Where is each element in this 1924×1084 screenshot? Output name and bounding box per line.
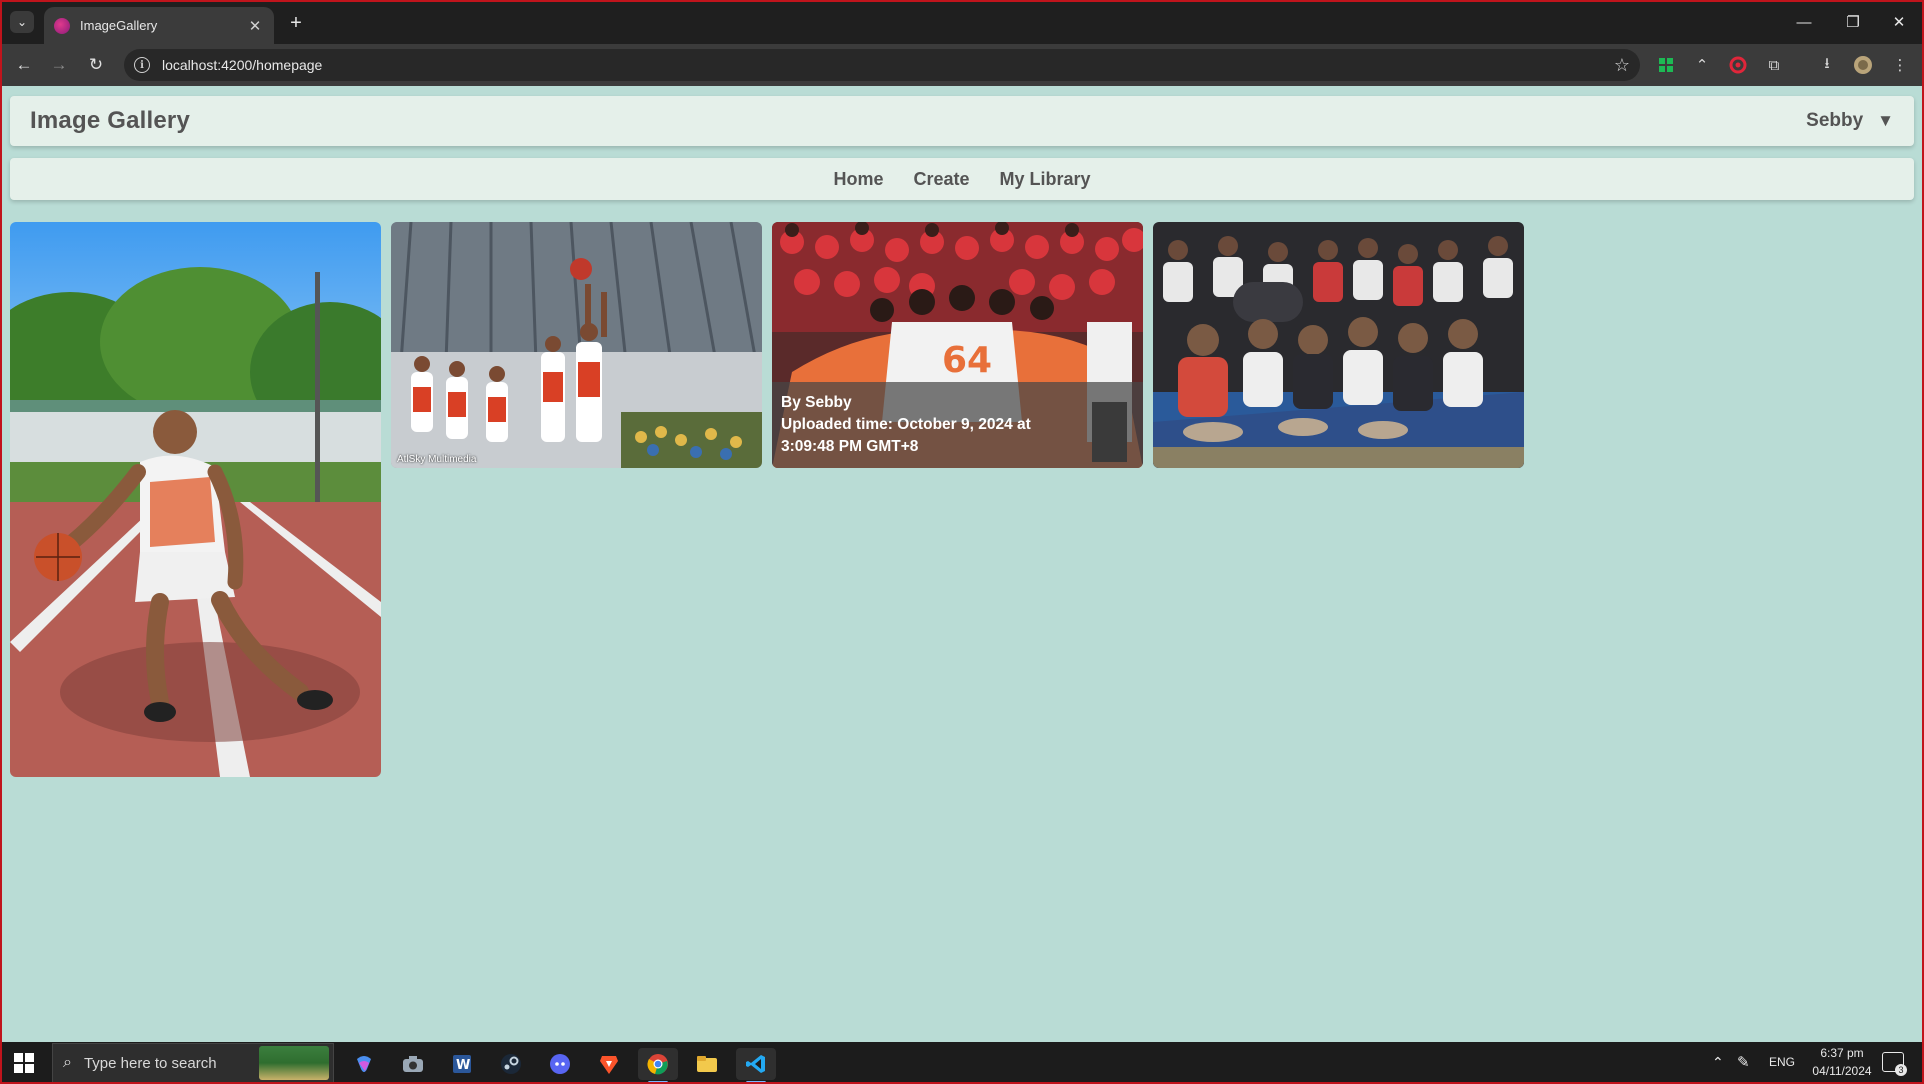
- search-highlight-art: [259, 1046, 329, 1080]
- close-window-button[interactable]: ✕: [1879, 8, 1919, 36]
- url-text[interactable]: localhost:4200/homepage: [162, 57, 1614, 73]
- reload-icon[interactable]: ↻: [82, 51, 110, 79]
- svg-text:64: 64: [942, 340, 992, 381]
- crowd-seated-photo: [1153, 222, 1524, 468]
- clock-date[interactable]: 04/11/2024: [1802, 1064, 1882, 1078]
- gallery-card-hovered[interactable]: 64 By Sebby Uploaded time: October 9, 20…: [772, 222, 1143, 468]
- angular-favicon-icon: [54, 17, 70, 34]
- tab-title: ImageGallery: [80, 18, 158, 33]
- page: Image Gallery Sebby ▼ Home Create My Lib…: [2, 86, 1922, 1042]
- profile-avatar-icon[interactable]: [1851, 53, 1875, 77]
- image-info-overlay: By Sebby Uploaded time: October 9, 2024 …: [772, 382, 1143, 468]
- taskbar: ⌕ Type here to search W ⌃ ✎ ENG 6:37 pm …: [0, 1042, 1924, 1084]
- extensions-puzzle-icon[interactable]: ⧉: [1762, 53, 1786, 77]
- tray-expand-icon[interactable]: ⌃: [1712, 1054, 1724, 1071]
- windows-start-icon[interactable]: [14, 1053, 34, 1073]
- taskbar-search[interactable]: ⌕ Type here to search: [52, 1043, 334, 1083]
- browser-tabstrip: ⌄ ImageGallery ✕ + — ❐ ✕: [0, 0, 1924, 44]
- vscode-icon[interactable]: [736, 1048, 776, 1084]
- player-dribbling-photo: [10, 222, 381, 777]
- svg-text:W: W: [456, 1058, 470, 1073]
- app-title: Image Gallery: [30, 107, 191, 134]
- image-upload-time-cont: 3:09:48 PM GMT+8: [781, 438, 919, 455]
- discord-icon[interactable]: [540, 1048, 580, 1080]
- address-bar[interactable]: i localhost:4200/homepage ☆: [124, 49, 1640, 81]
- downloads-icon[interactable]: ⭳: [1815, 53, 1839, 77]
- search-icon: ⌕: [63, 1054, 72, 1071]
- brave-icon[interactable]: [589, 1048, 629, 1080]
- browser-menu-icon[interactable]: ⋮: [1888, 53, 1912, 77]
- word-icon[interactable]: W: [442, 1048, 482, 1080]
- extension-red-circle-icon[interactable]: [1726, 53, 1750, 77]
- user-name[interactable]: Sebby: [1806, 110, 1863, 132]
- nav-my-library[interactable]: My Library: [1000, 169, 1091, 190]
- restore-button[interactable]: ❐: [1833, 8, 1873, 36]
- minimize-button[interactable]: —: [1784, 8, 1824, 36]
- gallery-card[interactable]: [10, 222, 381, 777]
- gallery-card[interactable]: [1153, 222, 1524, 468]
- site-info-icon[interactable]: i: [134, 57, 150, 73]
- clock-time[interactable]: 6:37 pm: [1812, 1046, 1872, 1060]
- file-explorer-icon[interactable]: [687, 1048, 727, 1080]
- chrome-icon[interactable]: [638, 1048, 678, 1084]
- browser-tab[interactable]: ImageGallery ✕: [44, 7, 274, 44]
- app-header: Image Gallery Sebby ▼: [10, 96, 1914, 146]
- dropdown-caret-icon[interactable]: ▼: [1877, 111, 1894, 131]
- nav-create[interactable]: Create: [913, 169, 969, 190]
- image-author: By Sebby: [781, 394, 852, 411]
- gallery-card[interactable]: AtlSky Multimedia: [391, 222, 762, 468]
- image-upload-time: Uploaded time: October 9, 2024 at: [781, 416, 1031, 433]
- free-throw-photo: [391, 222, 762, 468]
- back-arrow-icon[interactable]: ←: [10, 51, 38, 79]
- nav-bar: Home Create My Library: [10, 158, 1914, 200]
- extension-caret-icon[interactable]: ⌃: [1690, 53, 1714, 77]
- new-tab-button[interactable]: +: [283, 10, 309, 36]
- user-menu[interactable]: Sebby ▼: [1806, 110, 1894, 132]
- tab-search-chevron-icon[interactable]: ⌄: [10, 11, 34, 33]
- nav-home[interactable]: Home: [833, 169, 883, 190]
- tab-close-icon[interactable]: ✕: [246, 17, 264, 35]
- language-indicator[interactable]: ENG: [1769, 1055, 1795, 1069]
- notification-count: 3: [1895, 1064, 1907, 1076]
- extension-grid-icon[interactable]: [1654, 53, 1678, 77]
- forward-arrow-icon[interactable]: →: [45, 51, 73, 79]
- camera-icon[interactable]: [393, 1048, 433, 1080]
- search-placeholder[interactable]: Type here to search: [84, 1055, 259, 1072]
- browser-toolbar: ← → ↻ i localhost:4200/homepage ☆ ⌃ ⧉ ⭳ …: [0, 44, 1924, 86]
- steam-icon[interactable]: [491, 1048, 531, 1080]
- pen-icon[interactable]: ✎: [1737, 1053, 1750, 1071]
- photo-watermark: AtlSky Multimedia: [397, 454, 477, 465]
- bookmark-star-icon[interactable]: ☆: [1614, 55, 1630, 76]
- copilot-icon[interactable]: [344, 1048, 384, 1080]
